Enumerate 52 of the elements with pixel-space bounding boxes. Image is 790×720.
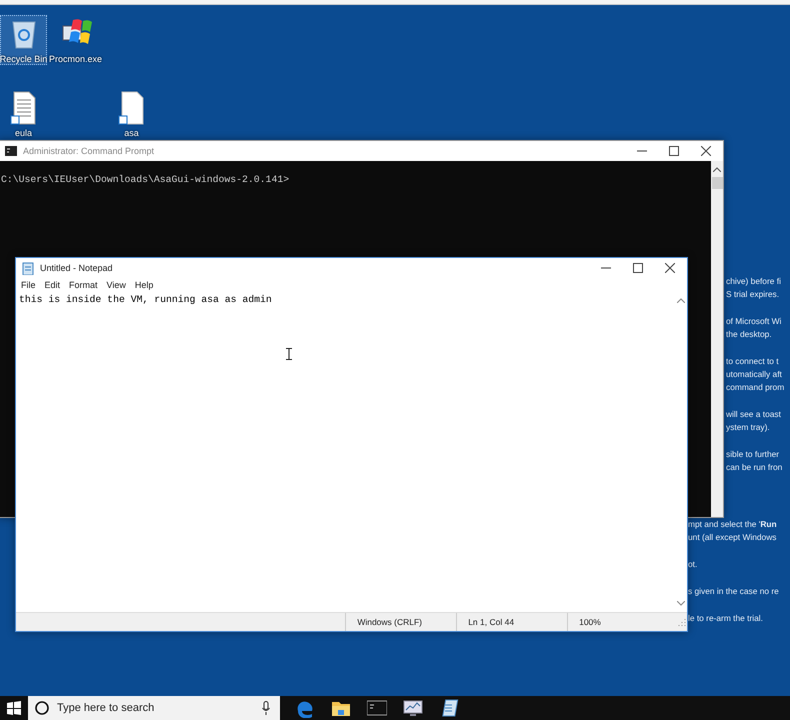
search-input[interactable]: Type here to search bbox=[55, 701, 256, 715]
desktop-text: to connect to t bbox=[726, 355, 780, 368]
desktop-text: le to re-arm the trial. bbox=[688, 612, 764, 625]
desktop-text: chive) before fi bbox=[726, 275, 782, 288]
desktop-shortcut[interactable]: asa bbox=[108, 89, 155, 139]
menu-item[interactable]: Help bbox=[134, 280, 154, 290]
desktop-shortcut[interactable]: Procmon.exe bbox=[52, 15, 99, 65]
maximize-icon[interactable] bbox=[633, 263, 643, 273]
scrollbar-thumb[interactable] bbox=[712, 177, 722, 189]
text-editor[interactable]: this is inside the VM, running asa as admin bbox=[16, 292, 675, 612]
menu-item[interactable]: File bbox=[21, 280, 36, 290]
desktop-text: will see a toast bbox=[726, 408, 782, 421]
desktop-shortcut[interactable]: eula bbox=[0, 89, 47, 139]
status-text: Ln 1, Col 44 bbox=[456, 613, 568, 631]
console-text: C:\Users\IEUser\Downloads\AsaGui-windows-2.0.141> bbox=[1, 174, 290, 185]
desktop-text: utomatically aft bbox=[726, 368, 783, 381]
scrollbar[interactable] bbox=[711, 161, 723, 517]
window-title: Administrator: Command Prompt bbox=[23, 146, 156, 156]
console-icon bbox=[5, 146, 17, 156]
desktop-text: mpt and select the 'Run bbox=[688, 518, 778, 531]
desktop-shortcut[interactable]: Recycle Bin bbox=[0, 15, 47, 65]
status-text: 100% bbox=[567, 613, 678, 631]
desktop-text: command prom bbox=[726, 381, 784, 394]
desktop-text: ot. bbox=[688, 558, 698, 571]
text-cursor-icon bbox=[286, 348, 292, 360]
scroll-up-icon[interactable] bbox=[677, 298, 685, 303]
windows-logo-icon bbox=[7, 701, 21, 715]
resize-grip-icon bbox=[678, 618, 686, 626]
desktop-text: s given in the case no re bbox=[688, 585, 779, 598]
desktop-text: S trial expires. bbox=[726, 288, 780, 301]
status-text: Windows (CRLF) bbox=[345, 613, 456, 631]
desktop-text: ystem tray). bbox=[726, 421, 771, 434]
monitor-icon bbox=[403, 698, 423, 718]
scroll-down-icon[interactable] bbox=[677, 601, 685, 606]
menu-item[interactable]: Edit bbox=[44, 280, 60, 290]
desktop-text: can be run fron bbox=[726, 461, 784, 474]
desktop-text: unt (all except Windows bbox=[688, 531, 778, 544]
microphone-icon[interactable] bbox=[262, 701, 270, 715]
search-icon bbox=[35, 701, 49, 715]
maximize-icon[interactable] bbox=[669, 146, 679, 156]
desktop-text: the desktop. bbox=[726, 328, 773, 341]
desktop-text: sible to further bbox=[726, 448, 780, 461]
search-field[interactable]: Type here to search bbox=[28, 696, 280, 720]
close-icon[interactable] bbox=[701, 146, 711, 156]
notepad-icon bbox=[22, 261, 34, 275]
window-title: Untitled - Notepad bbox=[40, 263, 114, 273]
document-text: this is inside the VM, running asa as admin bbox=[19, 294, 273, 305]
scroll-up-icon[interactable] bbox=[713, 167, 721, 172]
close-icon[interactable] bbox=[665, 263, 675, 273]
desktop-text: of Microsoft Wi bbox=[726, 315, 782, 328]
menu-item[interactable]: Format bbox=[69, 280, 98, 290]
menu-item[interactable]: View bbox=[106, 280, 126, 290]
